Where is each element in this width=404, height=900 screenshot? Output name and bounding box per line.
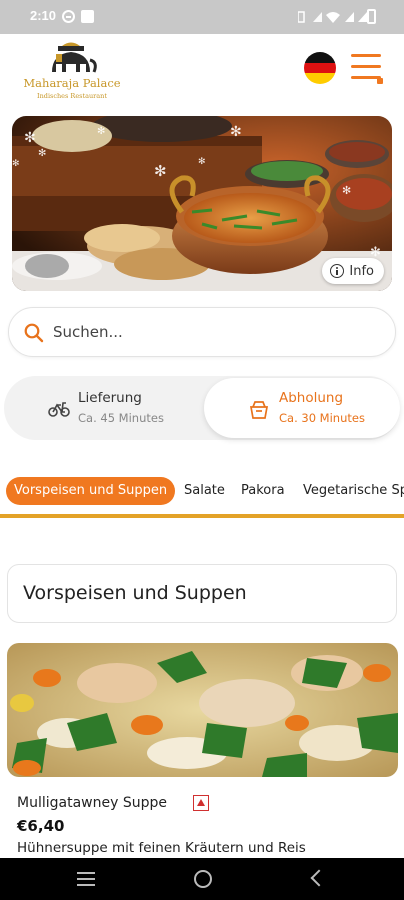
bicycle-icon xyxy=(48,402,70,417)
do-not-disturb-icon xyxy=(62,10,75,23)
restaurant-logo[interactable]: Maharaja Palace Indisches Restaurant xyxy=(22,42,122,104)
search-bar xyxy=(8,307,396,357)
product-price: €6,40 xyxy=(17,817,65,835)
svg-text:✻: ✻ xyxy=(12,159,20,169)
section-title: Vorspeisen und Suppen xyxy=(23,582,247,604)
svg-text:✻: ✻ xyxy=(342,184,351,197)
system-nav-bar xyxy=(0,858,404,900)
back-icon[interactable] xyxy=(310,869,328,887)
pickup-option[interactable]: Abholung Ca. 30 Minutes xyxy=(204,378,400,438)
signal-icons xyxy=(298,11,367,23)
recent-apps-icon[interactable] xyxy=(77,871,95,886)
svg-text:✻: ✻ xyxy=(38,148,46,159)
german-flag-icon[interactable] xyxy=(304,52,336,84)
info-label: Info xyxy=(349,263,374,279)
delivery-title: Lieferung xyxy=(78,390,142,406)
hero-banner: ✻ ✻ ✻ ✻ ✻ ✻ ✻ ✻ ✻ Info xyxy=(12,116,392,291)
category-divider xyxy=(0,514,404,518)
product-description: Hühnersuppe mit feinen Kräutern und Reis xyxy=(17,840,306,856)
tab-vegetarische-speisen[interactable]: Vegetarische Sp xyxy=(303,477,404,505)
tab-salate[interactable]: Salate xyxy=(184,477,225,505)
pickup-time: Ca. 30 Minutes xyxy=(279,411,365,425)
svg-text:✻: ✻ xyxy=(154,162,167,180)
elephant-logo-icon xyxy=(52,42,97,73)
soup-image xyxy=(7,643,398,777)
takeaway-bag-icon xyxy=(249,401,269,419)
category-tabs: Vorspeisen und Suppen Salate Pakora Vege… xyxy=(0,474,404,510)
home-icon[interactable] xyxy=(194,870,212,888)
delivery-time: Ca. 45 Minutes xyxy=(78,411,164,425)
pickup-title: Abholung xyxy=(279,390,344,406)
svg-text:✻: ✻ xyxy=(230,124,242,140)
battery-icon xyxy=(367,9,376,24)
svg-text:✻: ✻ xyxy=(24,130,36,146)
info-icon xyxy=(330,264,345,278)
logo-subtitle: Indisches Restaurant xyxy=(37,92,107,100)
search-input[interactable] xyxy=(53,308,383,356)
tab-pakora[interactable]: Pakora xyxy=(241,477,285,505)
hamburger-menu-icon[interactable] xyxy=(349,52,383,84)
status-bar: 2:10 xyxy=(0,0,404,34)
mail-icon xyxy=(81,10,94,23)
app-header: Maharaja Palace Indisches Restaurant xyxy=(0,34,404,110)
tab-vorspeisen-und-suppen[interactable]: Vorspeisen und Suppen xyxy=(6,477,176,505)
product-name[interactable]: Mulligatawney Suppe xyxy=(17,795,167,811)
delivery-option[interactable]: Lieferung Ca. 45 Minutes xyxy=(6,378,202,438)
info-button[interactable]: Info xyxy=(322,258,384,284)
svg-text:✻: ✻ xyxy=(198,157,206,167)
product-image[interactable] xyxy=(7,643,398,777)
svg-text:✻: ✻ xyxy=(97,126,105,137)
order-mode-toggle: Lieferung Ca. 45 Minutes Abholung Ca. 30… xyxy=(4,376,400,440)
spicy-icon xyxy=(193,795,209,811)
section-header: Vorspeisen und Suppen xyxy=(7,564,397,623)
search-icon xyxy=(24,323,44,343)
status-time: 2:10 xyxy=(30,8,57,23)
logo-name: Maharaja Palace xyxy=(23,76,121,90)
